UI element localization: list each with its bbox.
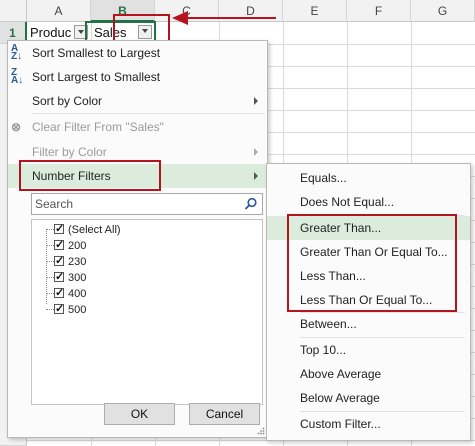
- submenu-label: Equals...: [300, 171, 347, 185]
- checkbox-checked[interactable]: [54, 253, 64, 269]
- cancel-button[interactable]: Cancel: [189, 403, 260, 425]
- column-header-e[interactable]: E: [283, 0, 347, 22]
- annotation-arrow-line: [188, 17, 276, 19]
- menu-label: Clear Filter From "Sales": [32, 120, 164, 134]
- select-all-corner[interactable]: [0, 0, 27, 22]
- menu-label: Sort by Color: [32, 94, 103, 108]
- submenu-item-top-10[interactable]: Top 10...: [267, 338, 470, 362]
- tree-line: [46, 229, 54, 230]
- value-checklist: (Select All) 200 230 300 400 500: [31, 219, 263, 405]
- tree-line: [46, 261, 54, 262]
- submenu-arrow-icon: [254, 97, 258, 105]
- submenu-label: Below Average: [300, 391, 380, 405]
- menu-item-sort-by-color[interactable]: Sort by Color: [8, 89, 267, 113]
- checkbox-checked[interactable]: [54, 269, 64, 285]
- submenu-arrow-icon: [254, 148, 258, 156]
- search-icon: [244, 197, 257, 210]
- menu-label: Sort Smallest to Largest: [32, 46, 161, 60]
- clear-filter-icon: ⊗: [11, 120, 22, 134]
- menu-separator: [32, 113, 265, 114]
- checklist-label: 230: [68, 256, 87, 268]
- submenu-label: Above Average: [300, 367, 382, 381]
- annotation-box-number-filters: [19, 160, 161, 191]
- annotation-box-comparison-filters: [287, 214, 457, 312]
- submenu-label: Custom Filter...: [300, 417, 381, 431]
- submenu-arrow-icon: [254, 172, 258, 180]
- checklist-label: 400: [68, 288, 87, 300]
- tree-line: [46, 245, 54, 246]
- menu-item-sort-desc[interactable]: Z A↓ Sort Largest to Smallest: [8, 65, 267, 89]
- search-input[interactable]: Search: [31, 193, 263, 215]
- checkbox-checked[interactable]: [54, 285, 64, 301]
- menu-item-clear-filter: ⊗ Clear Filter From "Sales": [8, 115, 267, 139]
- tree-line: [46, 293, 54, 294]
- chevron-down-icon: [78, 30, 84, 34]
- annotation-arrow-head: [172, 11, 188, 25]
- checkbox-checked[interactable]: [54, 237, 64, 253]
- menu-label: Sort Largest to Smallest: [32, 70, 161, 84]
- tree-line: [46, 309, 54, 310]
- submenu-item-above-average[interactable]: Above Average: [267, 362, 470, 386]
- menu-item-sort-asc[interactable]: A Z↓ Sort Smallest to Largest: [8, 41, 267, 65]
- checklist-label: (Select All): [68, 224, 121, 236]
- column-header-a[interactable]: A: [27, 0, 91, 22]
- checkbox-checked[interactable]: [54, 301, 64, 317]
- checkbox-checked[interactable]: [54, 221, 64, 237]
- checklist-label: 200: [68, 240, 87, 252]
- checklist-label: 300: [68, 272, 87, 284]
- column-header-f[interactable]: F: [347, 0, 411, 22]
- ok-button[interactable]: OK: [104, 403, 175, 425]
- submenu-item-does-not-equal[interactable]: Does Not Equal...: [267, 190, 470, 214]
- submenu-item-below-average[interactable]: Below Average: [267, 386, 470, 410]
- column-header-g[interactable]: G: [411, 0, 475, 22]
- sort-descending-icon: Z A↓: [11, 67, 24, 86]
- resize-grip-icon[interactable]: [257, 427, 265, 435]
- submenu-item-between[interactable]: Between...: [267, 312, 470, 336]
- submenu-label: Between...: [300, 317, 357, 331]
- submenu-item-custom-filter[interactable]: Custom Filter...: [267, 412, 470, 436]
- search-placeholder: Search: [35, 197, 74, 211]
- tree-line: [46, 277, 54, 278]
- filter-dropdown-panel: A Z↓ Sort Smallest to Largest Z A↓ Sort La…: [7, 40, 268, 438]
- submenu-item-equals[interactable]: Equals...: [267, 166, 470, 190]
- sort-ascending-icon: A Z↓: [11, 43, 23, 62]
- checklist-label: 500: [68, 304, 87, 316]
- submenu-label: Top 10...: [300, 343, 347, 357]
- submenu-label: Does Not Equal...: [300, 195, 395, 209]
